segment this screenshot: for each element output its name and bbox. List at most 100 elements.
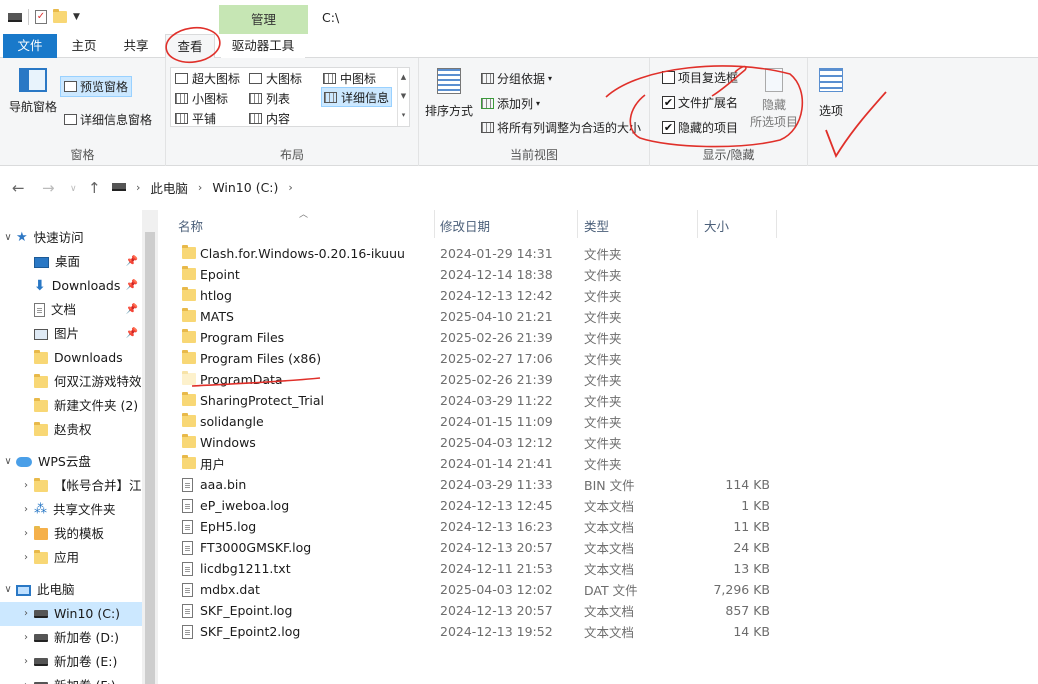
manage-contextual-tab[interactable]: 管理 [219, 5, 308, 34]
column-divider[interactable] [434, 210, 435, 238]
nav-scrollbar[interactable] [142, 210, 158, 684]
column-type[interactable]: 类型 [584, 216, 609, 235]
pin-icon[interactable]: 📌 [126, 298, 138, 322]
nav-wps-item[interactable]: › 应用 [0, 546, 142, 570]
file-extensions-checkbox[interactable]: ✔ [662, 96, 675, 109]
details-pane-button[interactable]: 详细信息窗格 [64, 111, 152, 128]
nav-scrollbar-thumb[interactable] [145, 232, 155, 684]
column-divider[interactable] [697, 210, 698, 238]
tab-drive-tools[interactable]: 驱动器工具 [221, 34, 305, 58]
nav-drive-item[interactable]: › 新加卷 (E:) [0, 650, 142, 674]
forward-arrow-icon[interactable]: → [42, 179, 55, 197]
hidden-items-toggle[interactable]: ✔ 隐藏的项目 [662, 119, 738, 136]
nav-quick-item[interactable]: 图片 📌 [0, 322, 142, 346]
nav-wps-item[interactable]: › 我的模板 [0, 522, 142, 546]
nav-wps-item[interactable]: › ⁂ 共享文件夹 [0, 498, 142, 522]
layout-details[interactable]: 详细信息 [321, 87, 393, 107]
layout-gallery-scroll[interactable]: ▲ ▼ ▾ [397, 68, 409, 126]
chevron-down-icon[interactable]: ∨ [0, 226, 16, 250]
drive-icon[interactable] [8, 12, 22, 22]
nav-quick-item[interactable]: 新建文件夹 (2) [0, 394, 142, 418]
layout-large-icons[interactable]: 大图标 [249, 68, 302, 88]
file-row[interactable]: MATS 2025-04-10 21:21 文件夹 [178, 306, 778, 327]
address-bar[interactable]: › 此电脑 › Win10 (C:) › [106, 176, 1036, 198]
nav-quick-access[interactable]: ∨ ★ 快速访问 [0, 226, 142, 250]
file-row[interactable]: SKF_Epoint2.log 2024-12-13 19:52 文本文档 14 KB [178, 621, 778, 642]
file-row[interactable]: FT3000GMSKF.log 2024-12-13 20:57 文本文档 24 KB [178, 537, 778, 558]
file-row[interactable]: Program Files 2025-02-26 21:39 文件夹 [178, 327, 778, 348]
pin-icon[interactable]: 📌 [126, 250, 138, 274]
item-checkboxes-checkbox[interactable] [662, 71, 675, 84]
file-row[interactable]: EpH5.log 2024-12-13 16:23 文本文档 11 KB [178, 516, 778, 537]
file-row[interactable]: SKF_Epoint.log 2024-12-13 20:57 文本文档 857 KB [178, 600, 778, 621]
sort-by-button[interactable]: 排序方式 [423, 68, 475, 119]
add-columns-button[interactable]: 添加列 ▾ [481, 95, 540, 112]
file-row[interactable]: Clash.for.Windows-0.20.16-ikuuu 2024-01-2… [178, 243, 778, 264]
file-row[interactable]: solidangle 2024-01-15 11:09 文件夹 [178, 411, 778, 432]
chevron-right-icon[interactable]: › [0, 498, 34, 522]
navigation-pane-button[interactable]: 导航窗格 [6, 68, 60, 115]
column-name[interactable]: 名称 [178, 216, 203, 235]
tab-file[interactable]: 文件 [3, 34, 57, 58]
breadcrumb-this-pc[interactable]: 此电脑 [150, 178, 188, 197]
customize-qat-icon[interactable]: ▼ [73, 12, 80, 22]
nav-quick-item[interactable]: 文档 📌 [0, 298, 142, 322]
item-checkboxes-toggle[interactable]: 项目复选框 [662, 69, 738, 86]
chevron-right-icon[interactable]: › [0, 626, 34, 650]
size-columns-button[interactable]: 将所有列调整为合适的大小 [481, 119, 641, 136]
layout-medium-icons[interactable]: 中图标 [323, 68, 376, 88]
pin-icon[interactable]: 📌 [126, 274, 138, 298]
pin-icon[interactable]: 📌 [126, 322, 138, 346]
new-folder-icon[interactable] [53, 9, 67, 23]
file-row[interactable]: Windows 2025-04-03 12:12 文件夹 [178, 432, 778, 453]
preview-pane-button[interactable]: 预览窗格 [60, 76, 133, 97]
layout-content[interactable]: 内容 [249, 108, 290, 128]
column-divider[interactable] [577, 210, 578, 238]
hide-selected-button[interactable]: 隐藏 所选项目 [746, 68, 802, 130]
file-extensions-toggle[interactable]: ✔ 文件扩展名 [662, 94, 738, 111]
file-row[interactable]: Epoint 2024-12-14 18:38 文件夹 [178, 264, 778, 285]
nav-quick-item[interactable]: ⬇ Downloads 📌 [0, 274, 142, 298]
layout-tiles[interactable]: 平铺 [175, 108, 216, 128]
hidden-items-checkbox[interactable]: ✔ [662, 121, 675, 134]
tab-home[interactable]: 主页 [62, 34, 106, 58]
back-arrow-icon[interactable]: ← [12, 179, 25, 197]
nav-quick-item[interactable]: 赵贵权 [0, 418, 142, 442]
chevron-right-icon[interactable]: › [0, 522, 34, 546]
chevron-right-icon[interactable]: › [0, 650, 34, 674]
file-row[interactable]: mdbx.dat 2025-04-03 12:02 DAT 文件 7,296 KB [178, 579, 778, 600]
recent-locations-icon[interactable]: ∨ [70, 184, 77, 194]
nav-drive-item[interactable]: › 新加卷 (D:) [0, 626, 142, 650]
chevron-down-icon[interactable]: ∨ [0, 450, 16, 474]
nav-quick-item[interactable]: 桌面 📌 [0, 250, 142, 274]
layout-small-icons[interactable]: 小图标 [175, 88, 228, 108]
file-row[interactable]: aaa.bin 2024-03-29 11:33 BIN 文件 114 KB [178, 474, 778, 495]
layout-list[interactable]: 列表 [249, 88, 290, 108]
file-row[interactable]: 用户 2024-01-14 21:41 文件夹 [178, 453, 778, 474]
nav-wps-item[interactable]: › 【帐号合并】江 [0, 474, 142, 498]
chevron-right-icon[interactable]: › [198, 181, 202, 194]
nav-wps-cloud[interactable]: ∨ WPS云盘 [0, 450, 142, 474]
chevron-right-icon[interactable]: › [0, 602, 34, 626]
options-button[interactable]: 选项 [812, 68, 850, 119]
file-row[interactable]: SharingProtect_Trial 2024-03-29 11:22 文件夹 [178, 390, 778, 411]
chevron-down-icon[interactable]: ∨ [0, 578, 16, 602]
nav-drive-item[interactable]: › 新加卷 (F:) [0, 674, 142, 684]
group-by-button[interactable]: 分组依据 ▾ [481, 70, 552, 87]
chevron-right-icon[interactable]: › [0, 674, 34, 684]
nav-quick-item[interactable]: Downloads [0, 346, 142, 370]
chevron-right-icon[interactable]: › [288, 181, 292, 194]
layout-extra-large-icons[interactable]: 超大图标 [175, 68, 240, 88]
tab-view[interactable]: 查看 [165, 34, 215, 59]
tab-share[interactable]: 共享 [114, 34, 158, 58]
file-row[interactable]: eP_iweboa.log 2024-12-13 12:45 文本文档 1 KB [178, 495, 778, 516]
nav-this-pc[interactable]: ∨ 此电脑 [0, 578, 142, 602]
nav-drive-item[interactable]: › Win10 (C:) [0, 602, 142, 626]
column-divider[interactable] [776, 210, 777, 238]
chevron-right-icon[interactable]: › [136, 181, 140, 194]
properties-icon[interactable]: ✓ [35, 10, 47, 24]
nav-quick-item[interactable]: 何双江游戏特效 [0, 370, 142, 394]
column-size[interactable]: 大小 [704, 216, 729, 235]
file-row[interactable]: Program Files (x86) 2025-02-27 17:06 文件夹 [178, 348, 778, 369]
breadcrumb-drive[interactable]: Win10 (C:) [212, 180, 278, 195]
